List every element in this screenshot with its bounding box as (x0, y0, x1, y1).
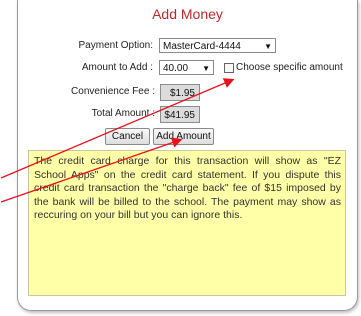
convenience-fee-label: Convenience Fee : (71, 86, 155, 97)
total-amount-label: Total Amount : (91, 108, 155, 119)
credit-card-notice: The credit card charge for this transact… (28, 150, 346, 296)
add-amount-button[interactable]: Add Amount (153, 128, 214, 145)
cancel-button[interactable]: Cancel (105, 128, 150, 145)
amount-label: Amount to Add : (81, 62, 153, 73)
convenience-fee-field: $1.95 (160, 84, 200, 101)
payment-option-label: Payment Option: (78, 40, 153, 51)
dropdown-arrow-icon: ▼ (264, 42, 272, 51)
payment-option-value: MasterCard-4444 (163, 41, 241, 52)
amount-select[interactable]: 40.00 ▼ (159, 60, 214, 75)
choose-specific-amount-label: Choose specific amount (236, 62, 343, 73)
total-amount-field: $41.95 (160, 106, 200, 123)
dialog-title: Add Money (152, 6, 223, 22)
payment-option-select[interactable]: MasterCard-4444 ▼ (159, 38, 276, 53)
choose-specific-amount-checkbox[interactable] (224, 63, 234, 73)
notice-text: The credit card charge for this transact… (34, 155, 341, 221)
amount-value: 40.00 (163, 63, 189, 74)
dropdown-arrow-icon: ▼ (202, 64, 210, 73)
add-money-dialog: Add Money Payment Option: MasterCard-444… (17, 0, 358, 311)
